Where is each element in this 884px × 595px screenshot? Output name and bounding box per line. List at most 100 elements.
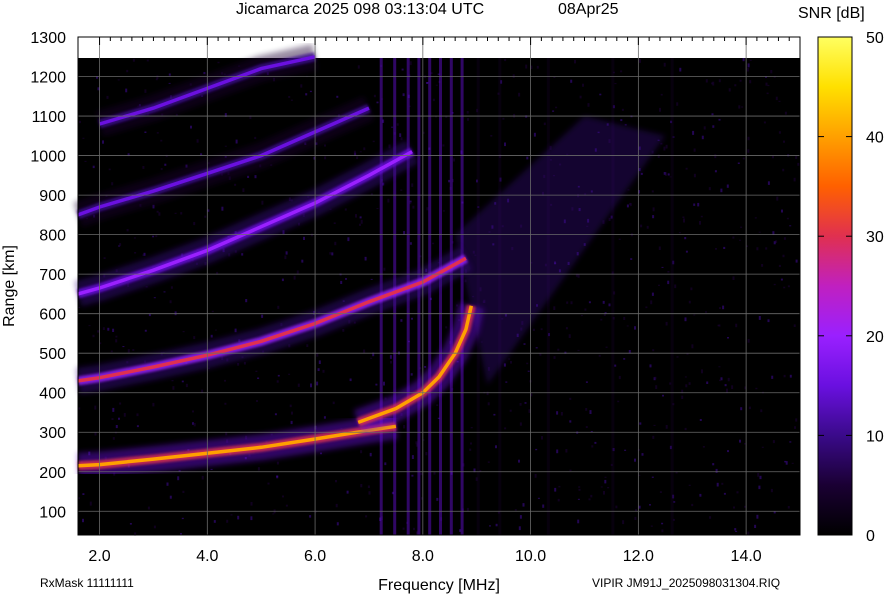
noise-speck	[359, 223, 361, 226]
noise-speck	[160, 139, 163, 142]
x-tick-label: 6.0	[304, 548, 326, 565]
noise-speck	[118, 417, 120, 420]
noise-speck	[747, 136, 750, 141]
noise-speck	[714, 170, 717, 173]
noise-speck	[322, 369, 325, 373]
noise-speck	[577, 498, 580, 500]
colorbar-tick-label: 20	[866, 329, 884, 346]
noise-speck	[776, 196, 779, 201]
noise-speck	[773, 511, 776, 514]
noise-speck	[359, 151, 362, 153]
noise-speck	[657, 154, 660, 158]
noise-speck	[588, 301, 591, 304]
noise-speck	[718, 79, 721, 83]
noise-speck	[723, 246, 726, 249]
noise-speck	[155, 235, 158, 238]
noise-speck	[519, 403, 522, 406]
noise-speck	[629, 203, 632, 207]
noise-speck	[542, 504, 545, 508]
noise-speck	[413, 527, 415, 531]
noise-speck	[578, 486, 581, 488]
noise-speck	[624, 124, 627, 126]
noise-speck	[608, 217, 611, 221]
noise-speck	[582, 83, 584, 87]
noise-speck	[376, 101, 379, 104]
noise-speck	[168, 73, 171, 76]
noise-speck	[734, 84, 737, 87]
noise-speck	[301, 259, 304, 263]
noise-speck	[152, 204, 155, 209]
noise-speck	[144, 131, 147, 133]
noise-speck	[726, 184, 729, 188]
noise-speck	[667, 280, 670, 285]
noise-speck	[754, 217, 757, 219]
noise-speck	[245, 299, 248, 303]
noise-speck	[487, 402, 490, 406]
noise-speck	[153, 297, 156, 299]
noise-speck	[411, 183, 414, 187]
noise-speck	[331, 252, 334, 256]
noise-speck	[587, 103, 590, 107]
noise-speck	[267, 482, 270, 485]
noise-speck	[731, 385, 734, 389]
noise-speck	[620, 119, 623, 122]
y-tick-label: 700	[39, 267, 66, 284]
noise-speck	[340, 280, 343, 284]
noise-speck	[387, 198, 390, 203]
noise-speck	[117, 79, 120, 81]
noise-speck	[490, 135, 493, 137]
noise-speck	[626, 325, 629, 327]
noise-speck	[712, 463, 715, 466]
noise-speck	[94, 432, 97, 436]
noise-speck	[403, 425, 406, 429]
noise-speck	[144, 329, 147, 332]
rxmask-text: RxMask 11111111	[40, 576, 134, 590]
noise-speck	[663, 62, 666, 67]
noise-speck	[772, 155, 774, 159]
noise-speck	[103, 257, 106, 259]
noise-speck	[661, 529, 664, 533]
noise-speck	[303, 236, 305, 240]
x-axis-label: Frequency [MHz]	[378, 577, 500, 594]
noise-speck	[783, 286, 786, 289]
noise-speck	[495, 523, 498, 527]
noise-speck	[508, 358, 511, 360]
noise-speck	[502, 117, 505, 120]
noise-speck	[274, 413, 277, 416]
noise-speck	[467, 118, 469, 121]
noise-speck	[589, 410, 592, 414]
noise-speck	[420, 472, 423, 476]
y-tick-label: 1300	[30, 30, 66, 47]
noise-speck	[346, 490, 349, 494]
noise-speck	[415, 441, 418, 445]
noise-speck	[640, 224, 643, 228]
noise-speck	[470, 442, 472, 445]
noise-speck	[598, 354, 601, 357]
noise-speck	[738, 105, 741, 109]
noise-speck	[359, 216, 362, 219]
noise-speck	[727, 450, 729, 453]
noise-speck	[411, 474, 414, 477]
colorbar-scale	[817, 36, 853, 536]
noise-speck	[724, 384, 727, 387]
noise-speck	[132, 58, 135, 62]
noise-speck	[261, 200, 264, 205]
noise-speck	[102, 327, 105, 330]
chart-date: 08Apr25	[558, 1, 619, 18]
x-tick-label: 2.0	[88, 548, 110, 565]
noise-speck	[164, 163, 167, 166]
noise-speck	[661, 522, 664, 525]
noise-speck	[241, 253, 244, 256]
noise-speck	[112, 407, 115, 412]
noise-speck	[383, 381, 385, 386]
noise-speck	[688, 484, 691, 486]
noise-speck	[693, 173, 696, 178]
noise-speck	[600, 486, 603, 488]
noise-speck	[709, 516, 712, 519]
noise-speck	[723, 492, 726, 495]
noise-speck	[329, 252, 332, 255]
noise-speck	[650, 525, 653, 527]
noise-speck	[400, 137, 403, 141]
noise-speck	[111, 182, 114, 186]
noise-speck	[309, 90, 312, 93]
